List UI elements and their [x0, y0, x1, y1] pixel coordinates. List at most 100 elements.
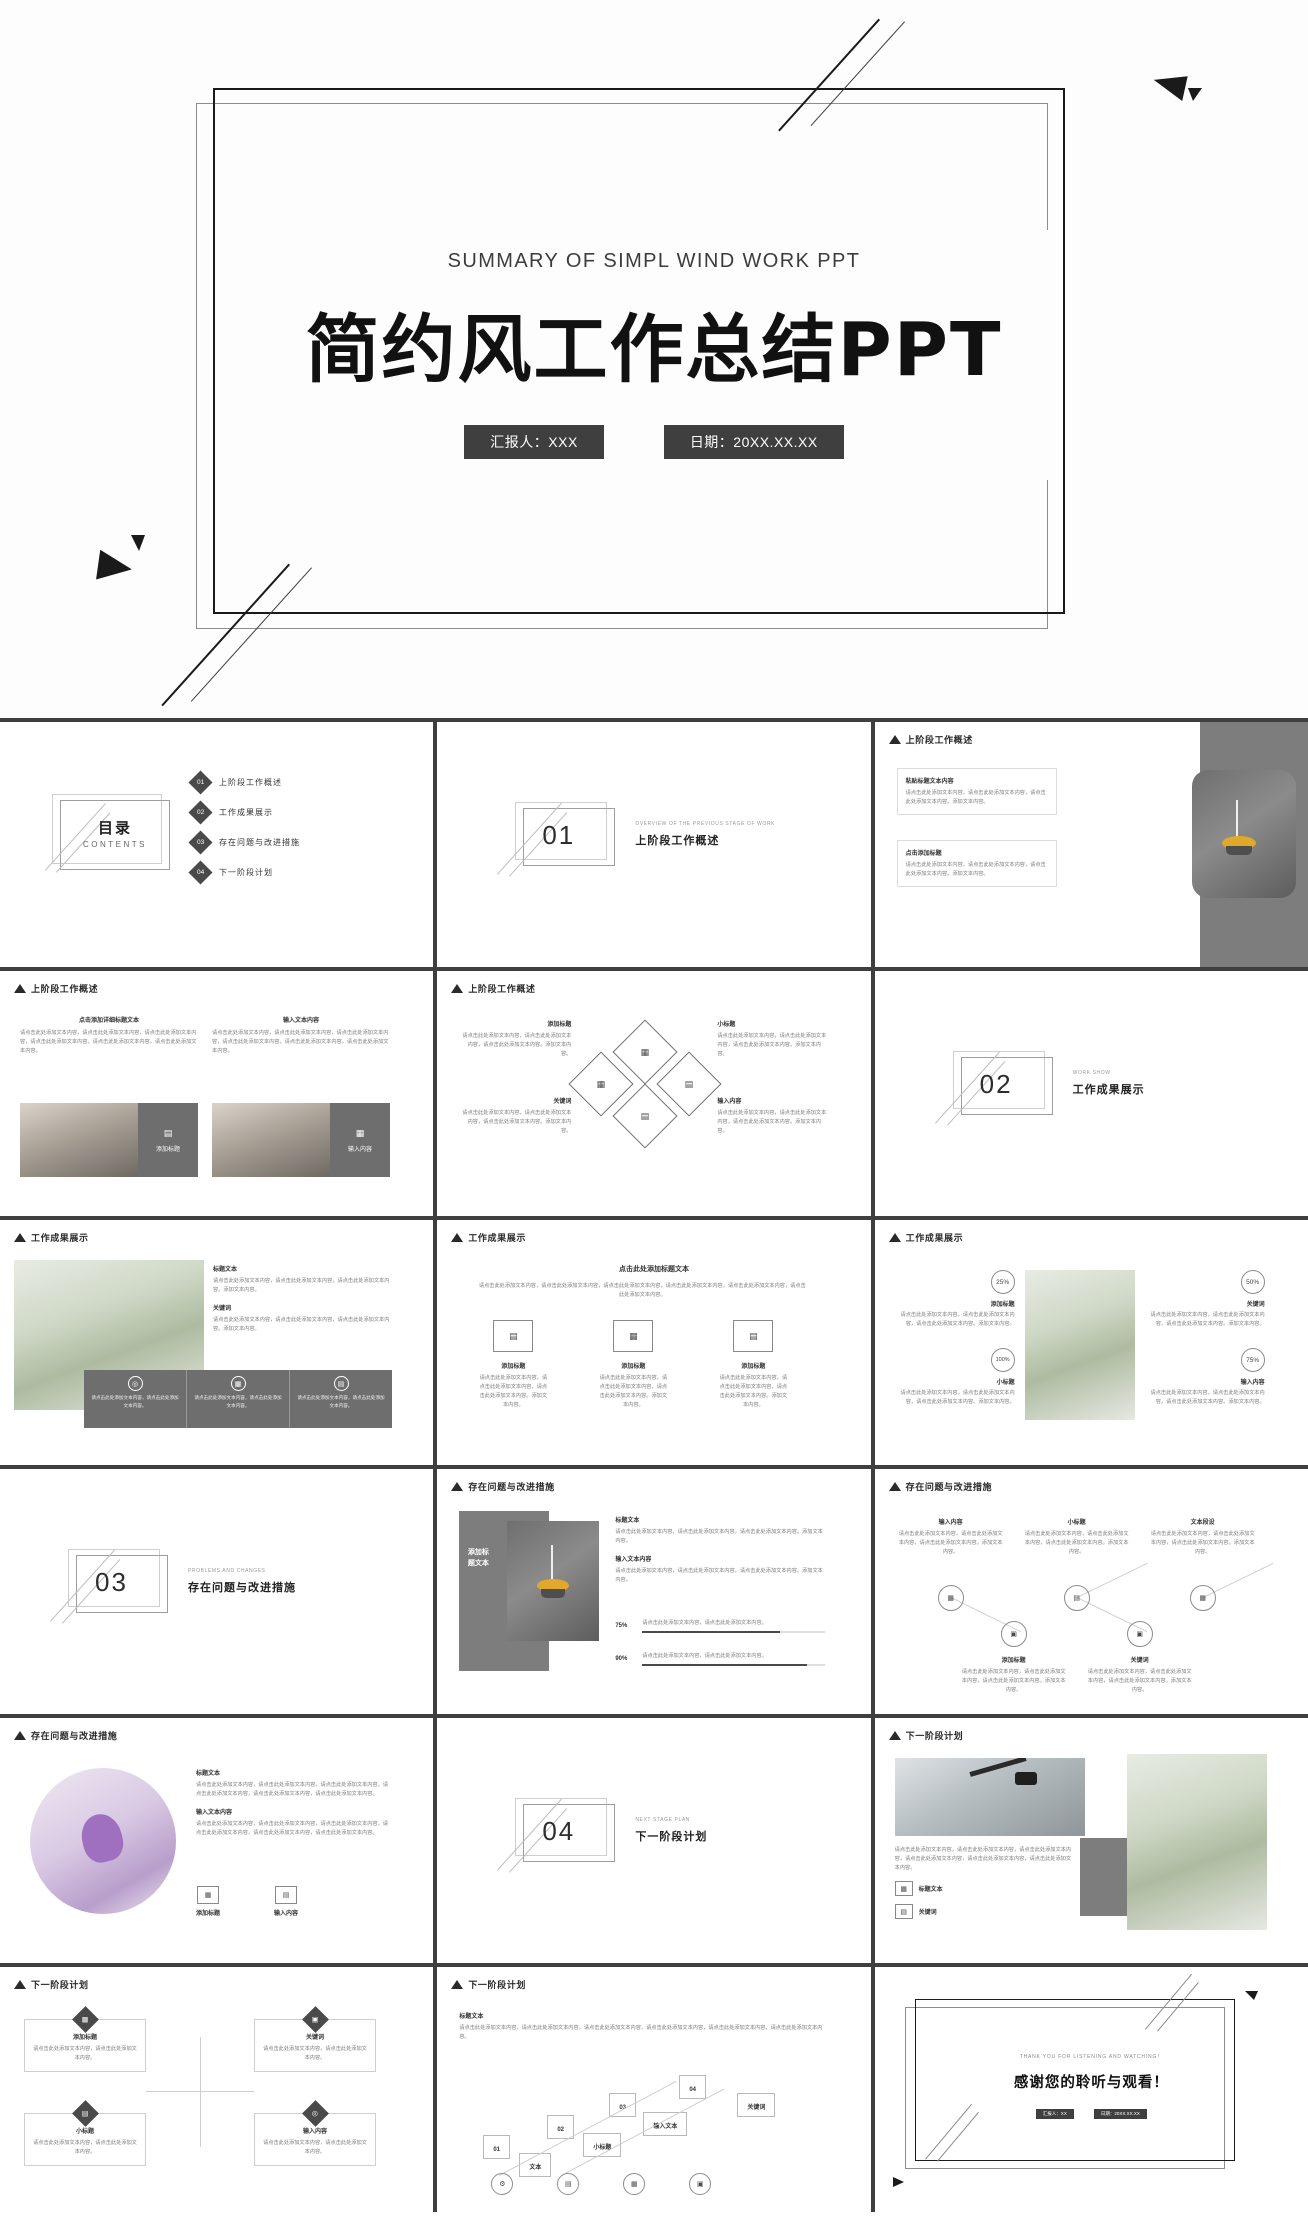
problems-subtitle: 输入文本内容	[615, 1557, 652, 1564]
plan-box-4-body: 请点击此处添加文本内容，请点击此处添加文本内容。	[263, 2140, 367, 2156]
triangle-bullet-icon	[451, 1980, 464, 1989]
thanks-subtitle-en: THANK YOU FOR LISTENING AND WATCHING！	[1019, 2054, 1163, 2060]
results-body-2: 请点击此处添加文本内容，请点击此处添加文本内容，请点击此处添加文本内容。添加文本…	[213, 1317, 390, 1333]
left-body: 请点击此处添加文本内容，请点击此处添加文本内容，请点击此处添加文本内容，请点击此…	[20, 1030, 197, 1055]
slide-overview-two-photos[interactable]: 上阶段工作概述 点击添加详细标题文本 请点击此处添加文本内容，请点击此处添加文本…	[0, 971, 434, 1216]
document-icon: ▤	[894, 1904, 913, 1920]
plan-tag-2[interactable]: ▤ 关键词	[894, 1904, 1075, 1920]
slide-results-photo-left[interactable]: 工作成果展示 标题文本 请点击此处添加文本内容，请点击此处添加文本内容，请点击此…	[0, 1220, 434, 1465]
icon-card-1[interactable]: ▤ 添加标题 请点击此处添加文本内容，请点击此处添加文本内容，请点击此处添加文本…	[477, 1320, 549, 1410]
contents-item-label: 上阶段工作概述	[219, 778, 282, 787]
percent-circle-1: 25%	[990, 1270, 1015, 1294]
slide-overview-two-cards[interactable]: 上阶段工作概述 粘贴标题文本内容 请点击此处添加文本内容，请点击此处添加文本内容…	[874, 722, 1308, 967]
slide-header: 存在问题与改进措施	[451, 1480, 554, 1493]
slide-problems-round-photo[interactable]: 存在问题与改进措施 标题文本 请点击此处添加文本内容，请点击此处添加文本内容，请…	[0, 1718, 434, 1963]
overview-card-1[interactable]: 粘贴标题文本内容 请点击此处添加文本内容，请点击此处添加文本内容，请点击此处添加…	[896, 768, 1057, 816]
icon-card-2[interactable]: ▦ 添加标题 请点击此处添加文本内容，请点击此处添加文本内容，请点击此处添加文本…	[597, 1320, 669, 1410]
decor-triangle-bl	[892, 2177, 904, 2187]
contents-number-diamond: 01	[188, 770, 213, 795]
divider-number: 02	[979, 1069, 1013, 1099]
divider-number: 04	[542, 1816, 576, 1846]
slide-header: 上阶段工作概述	[451, 982, 535, 995]
briefcase-icon: ▤	[333, 1376, 349, 1391]
percent-circle-2: 50%	[1240, 1270, 1265, 1294]
icon-card-2-label: 添加标题	[621, 1364, 646, 1370]
chart-icon: ▦	[947, 1595, 954, 1602]
timeline-connector-2	[565, 2088, 725, 2174]
document-icon: ▤	[82, 2110, 89, 2118]
slide-thank-you[interactable]: THANK YOU FOR LISTENING AND WATCHING！ 感谢…	[874, 1967, 1308, 2212]
results-card-2-body: 请点击此处添加文本内容，请点击此处添加文本内容。	[194, 1395, 282, 1408]
chart-icon: ▦	[613, 1320, 654, 1352]
flower-pot-icon	[1226, 846, 1252, 855]
percent-value-4: 75%	[1246, 1356, 1260, 1364]
timeline-step-label-4[interactable]: 04	[679, 2075, 707, 2099]
slide-header-label: 下一阶段计划	[905, 1731, 964, 1741]
slide-header: 上阶段工作概述	[888, 733, 973, 746]
decor-triangle-tr-large	[1153, 76, 1191, 104]
timeline-step-label-2[interactable]: 02	[547, 2115, 575, 2139]
round-subtitle: 输入文本内容	[196, 1810, 233, 1817]
slide-results-percent-circles[interactable]: 工作成果展示 25% 添加标题 请点击此处添加文本内容，请点击此处添加文本内容，…	[874, 1220, 1308, 1465]
slide-section-divider-01[interactable]: 01 OVERVIEW OF THE PREVIOUS STAGE OF WOR…	[437, 722, 871, 967]
slide-overview-diamond-grid[interactable]: 上阶段工作概述 ▦ ▤ ▤ ▦ 添加标题 请点击此处添加文本内容，请点击此处添加…	[437, 971, 871, 1216]
progress-value-2: 90%	[615, 1656, 628, 1663]
slide-results-three-icons[interactable]: 工作成果展示 点击此处添加标题文本 请点击此处添加文本内容，请点击此处添加文本内…	[437, 1220, 871, 1465]
network-bottom-body-2: 请点击此处添加文本内容，请点击此处添加文本内容，请点击此处添加文本内容。添加文本…	[1087, 1669, 1192, 1694]
slide-section-divider-03[interactable]: 03 PROBLEMS AND CHANGES 存在问题与改进措施	[0, 1469, 434, 1714]
slide-plan-four-boxes[interactable]: 下一阶段计划 添加标题 请点击此处添加文本内容，请点击此处添加文本内容。 ▦ 关…	[0, 1967, 434, 2212]
timeline-step-text-4[interactable]: 关键词	[737, 2093, 776, 2117]
round-tag-2[interactable]: ▤ 输入内容	[274, 1886, 298, 1917]
cover-badge-row: 汇报人：XXX 日期：20XX.XX.XX	[0, 425, 1308, 459]
round-tag-1[interactable]: ▦ 添加标题	[196, 1886, 220, 1917]
divider-subtitle-en: OVERVIEW OF THE PREVIOUS STAGE OF WORK	[635, 821, 776, 827]
document-icon: ▤	[275, 1886, 298, 1904]
timeline-step-label-1[interactable]: 01	[483, 2135, 511, 2159]
network-top-body-2: 请点击此处添加文本内容，请点击此处添加文本内容，请点击此处添加文本内容。添加文本…	[1024, 1531, 1129, 1556]
briefcase-icon: ▣	[697, 2181, 704, 2188]
slide-problems-icon-network[interactable]: 存在问题与改进措施 输入内容 请点击此处添加文本内容，请点击此处添加文本内容，请…	[874, 1469, 1308, 1714]
slide-section-divider-04[interactable]: 04 NEXT STAGE PLAN 下一阶段计划	[437, 1718, 871, 1963]
contents-item-3[interactable]: 03 存在问题与改进措施	[188, 830, 300, 855]
slide-header-label: 下一阶段计划	[31, 1980, 89, 1990]
results-card-2[interactable]: ▦ 请点击此处添加文本内容，请点击此处添加文本内容。	[186, 1370, 289, 1428]
network-icon-1: ▦	[937, 1585, 964, 1611]
triangle-bullet-icon	[888, 735, 901, 744]
slide-plan-timeline[interactable]: 下一阶段计划 标题文本 请点击此处添加文本内容，请点击此处添加文本内容，请点击此…	[437, 1967, 871, 2212]
plan-box-2-body: 请点击此处添加文本内容，请点击此处添加文本内容。	[263, 2046, 367, 2062]
overview-card-2[interactable]: 点击添加标题 请点击此处添加文本内容，请点击此处添加文本内容，请点击此处添加文本…	[896, 840, 1057, 888]
timeline-icon-3: ▦	[623, 2173, 646, 2195]
slide-section-divider-02[interactable]: 02 WORK SHOW 工作成果展示	[874, 971, 1308, 1216]
briefcase-icon: ▣	[1010, 1631, 1017, 1638]
overview-card-2-body: 请点击此处添加文本内容，请点击此处添加文本内容，请点击此处添加文本内容。添加文本…	[905, 862, 1046, 878]
slide-header: 工作成果展示	[14, 1231, 89, 1244]
results-card-1[interactable]: ◎ 请点击此处添加文本内容，请点击此处添加文本内容。	[84, 1370, 186, 1428]
chart-icon: ▦	[1199, 1595, 1206, 1602]
slide-table-of-contents[interactable]: 目录 CONTENTS 01 上阶段工作概述 02 工作成果展示 03 存在问题…	[0, 722, 434, 967]
contents-item-4[interactable]: 04 下一阶段计划	[188, 860, 300, 885]
plan-tag-2-label: 关键词	[918, 1910, 937, 1917]
results-subtitle: 关键词	[213, 1306, 232, 1313]
icon-card-3-label: 添加标题	[741, 1364, 766, 1370]
slide-header-label: 存在问题与改进措施	[905, 1482, 993, 1492]
results-card-3[interactable]: ▤ 请点击此处添加文本内容，请点击此处添加文本内容。	[289, 1370, 392, 1428]
results-body-1: 请点击此处添加文本内容，请点击此处添加文本内容，请点击此处添加文本内容。添加文本…	[213, 1278, 390, 1294]
contents-item-1[interactable]: 01 上阶段工作概述	[188, 770, 300, 795]
diamond-label-4: 输入内容	[717, 1099, 742, 1105]
plan-tag-1[interactable]: ▦ 标题文本	[894, 1881, 1075, 1897]
decor-triangle-bl-small	[131, 535, 145, 551]
slide-thumbnail-grid: 目录 CONTENTS 01 上阶段工作概述 02 工作成果展示 03 存在问题…	[0, 718, 1308, 2212]
divider-subtitle-en: NEXT STAGE PLAN	[635, 1817, 690, 1823]
overview-card-1-title: 粘贴标题文本内容	[905, 779, 954, 785]
briefcase-icon: ▣	[1136, 1631, 1143, 1638]
timeline-step-text-3[interactable]: 输入文本	[643, 2112, 688, 2136]
results-main-title: 点击此处添加标题文本	[618, 1266, 689, 1273]
icon-card-3[interactable]: ▤ 添加标题 请点击此处添加文本内容，请点击此处添加文本内容，请点击此处添加文本…	[717, 1320, 789, 1410]
progress-value-1: 75%	[615, 1623, 628, 1630]
slide-plan-two-photos[interactable]: 下一阶段计划 请点击此处添加文本内容，请点击此处添加文本内容，请点击此处添加文本…	[874, 1718, 1308, 1963]
plan-tag-1-label: 标题文本	[918, 1887, 943, 1894]
slide-header: 工作成果展示	[888, 1231, 964, 1244]
slide-header: 存在问题与改进措施	[14, 1729, 117, 1742]
slide-problems-photo-bars[interactable]: 存在问题与改进措施 添加标题文本 标题文本 请点击此处添加文本内容，请点击此处添…	[437, 1469, 871, 1714]
contents-item-2[interactable]: 02 工作成果展示	[188, 800, 300, 825]
